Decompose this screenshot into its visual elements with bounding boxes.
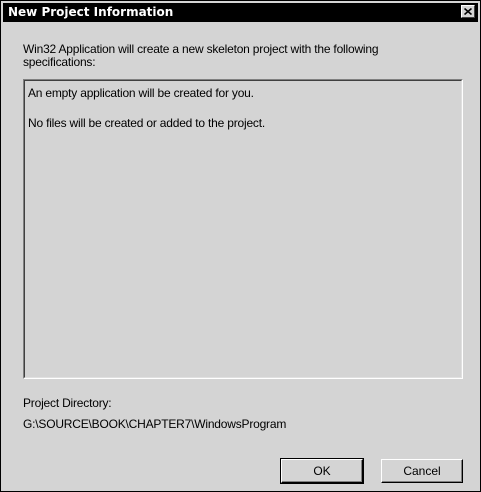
project-directory-label: Project Directory: — [23, 396, 112, 410]
info-line-empty-app: An empty application will be created for… — [28, 86, 254, 100]
intro-text: Win32 Application will create a new skel… — [23, 42, 379, 69]
title-bar[interactable]: New Project Information — [3, 3, 478, 22]
close-button[interactable] — [461, 5, 475, 18]
cancel-button[interactable]: Cancel — [381, 459, 463, 483]
info-line-no-files: No files will be created or added to the… — [28, 116, 266, 130]
cancel-button-label: Cancel — [403, 464, 441, 478]
dialog-title: New Project Information — [8, 5, 174, 19]
project-info-box: An empty application will be created for… — [23, 79, 463, 379]
new-project-information-dialog: New Project Information Win32 Applicatio… — [0, 0, 481, 492]
ok-button-label: OK — [313, 464, 331, 478]
ok-button[interactable]: OK — [280, 458, 364, 484]
project-directory-value: G:\SOURCE\BOOK\CHAPTER7\WindowsProgram — [23, 417, 287, 431]
close-icon — [464, 8, 472, 15]
